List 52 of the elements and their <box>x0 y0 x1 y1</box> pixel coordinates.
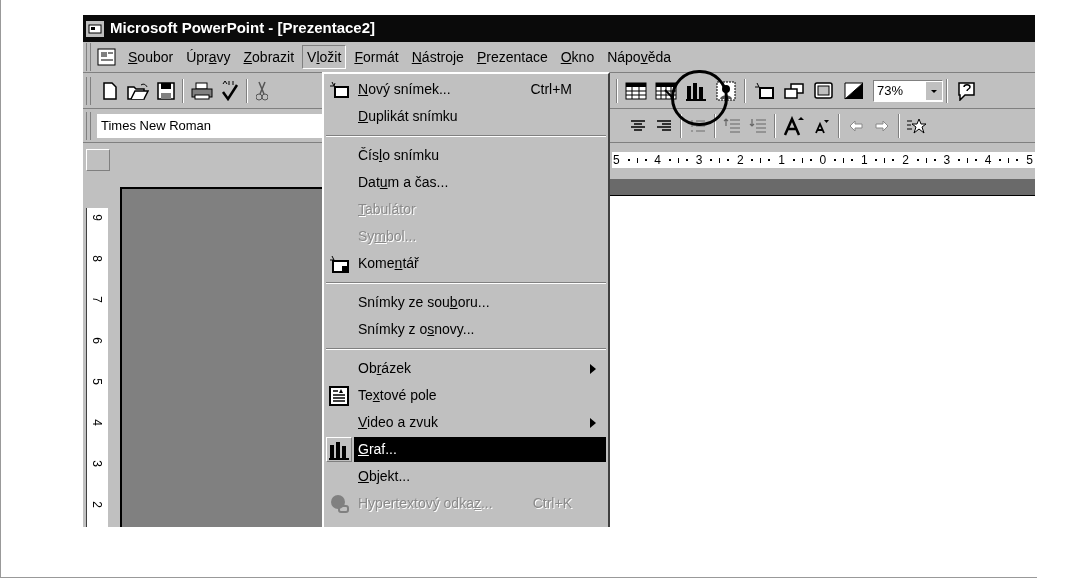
ruler-number: 1 <box>778 154 785 166</box>
menu-item[interactable]: Obrázek <box>354 356 606 381</box>
ruler-number: 2 <box>736 154 744 166</box>
ruler-number: 3 <box>695 154 703 166</box>
menu-item[interactable]: Komentář <box>354 251 606 276</box>
menu-bar-item[interactable]: Nápověda <box>602 45 676 69</box>
submenu-arrow-icon <box>590 417 596 428</box>
menu-item[interactable]: Graf... <box>354 437 606 462</box>
menu-item[interactable]: Duplikát snímku <box>354 104 606 129</box>
menu-bar-item[interactable]: Nástroje <box>406 45 469 69</box>
submenu-arrow-icon <box>590 363 596 374</box>
view-button[interactable] <box>86 149 110 171</box>
menu-bar-item[interactable]: Zobrazit <box>238 45 300 69</box>
menu-item[interactable]: Video a zvuk <box>354 410 606 435</box>
menu-bar-item[interactable]: Vložit <box>302 45 347 69</box>
menu-item[interactable]: Číslo snímku <box>354 143 606 168</box>
bar-chart-icon <box>328 439 350 460</box>
ruler-number: 0 <box>819 154 827 166</box>
ruler-number: 3 <box>90 460 105 467</box>
ruler-number: 1 <box>860 154 868 166</box>
ruler-number: 7 <box>90 296 105 303</box>
text-box-icon <box>329 385 349 406</box>
new-slide-icon <box>329 80 349 99</box>
menu-item[interactable]: Datum a čas... <box>354 170 606 195</box>
window-title: Microsoft PowerPoint - [Prezentace2] <box>110 18 376 39</box>
menu-bar-item[interactable]: Formát <box>349 45 404 69</box>
ruler-number: 6 <box>90 337 105 344</box>
ruler-number: 4 <box>90 419 105 426</box>
globe-link-icon <box>329 493 349 514</box>
menu-bar-item[interactable]: Okno <box>555 45 600 69</box>
menu-bar-item[interactable]: Úpravy <box>181 45 236 69</box>
comment-icon <box>329 254 349 273</box>
menu-item[interactable]: Textové pole <box>354 383 606 408</box>
ruler-number: 4 <box>654 154 661 166</box>
menu-bar-item[interactable]: Soubor <box>123 45 179 69</box>
zoom-combo[interactable]: 73% <box>873 79 943 102</box>
ruler-number: 4 <box>984 154 992 166</box>
ruler-number: 2 <box>902 154 909 166</box>
app-icon <box>86 20 104 37</box>
menu-item[interactable]: Objekt... <box>354 464 606 489</box>
ruler-number: 9 <box>90 214 105 221</box>
ruler-number: 2 <box>90 501 105 508</box>
ruler-number: 5 <box>90 378 105 385</box>
menu-item[interactable]: Snímky ze souboru... <box>354 290 606 315</box>
ruler-number: 5 <box>1026 154 1033 166</box>
ruler-number: 3 <box>943 154 951 166</box>
menu-bar-item[interactable]: Prezentace <box>471 45 553 69</box>
menu-item[interactable]: Nový snímek... Ctrl+M <box>354 77 606 102</box>
document-icon[interactable] <box>97 48 117 66</box>
menu-item[interactable]: Snímky z osnovy... <box>354 317 606 342</box>
ruler-number: 5 <box>613 154 620 166</box>
ruler-number: 8 <box>90 255 105 262</box>
